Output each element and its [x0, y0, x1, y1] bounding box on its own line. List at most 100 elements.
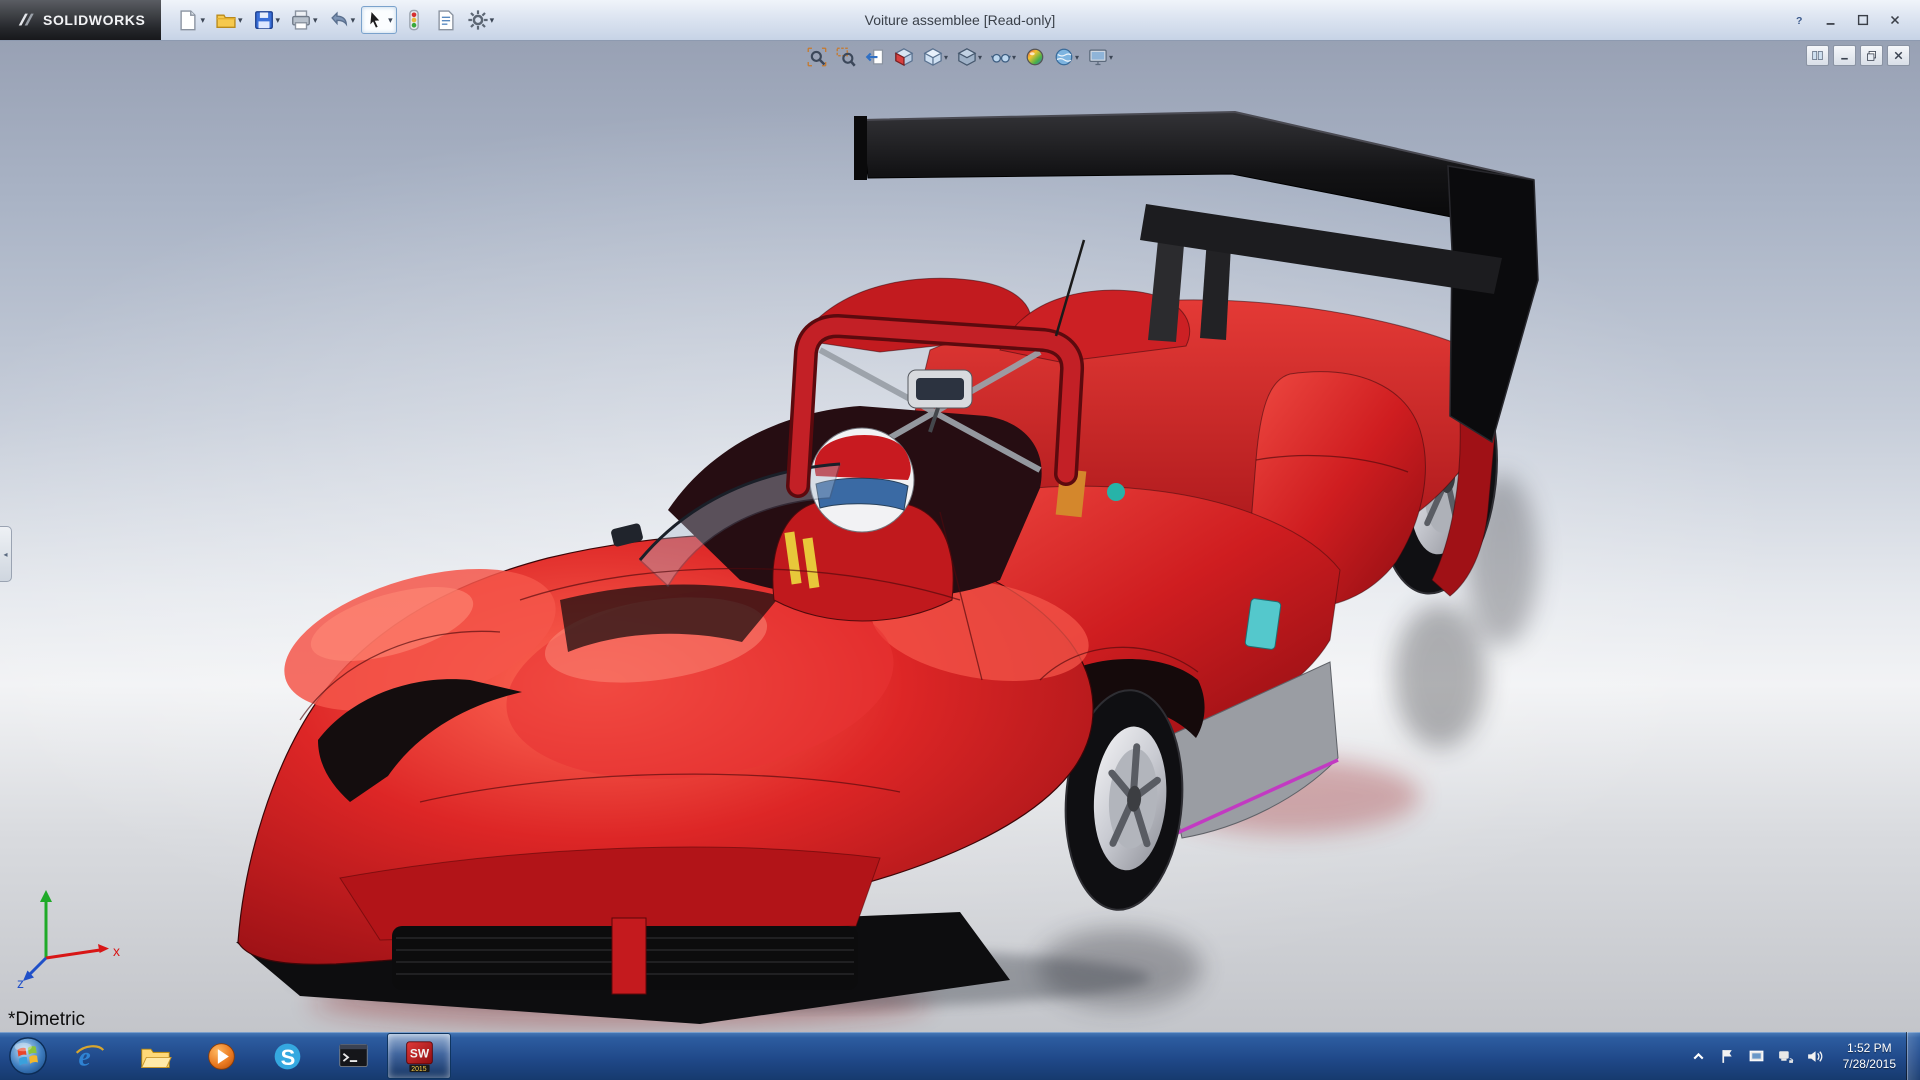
tray-clock[interactable]: 1:52 PM 7/28/2015: [1833, 1040, 1906, 1072]
solidworks-2015-icon: SW 2015: [403, 1040, 436, 1073]
view-settings-button[interactable]: ▾: [1086, 45, 1115, 69]
save-button[interactable]: ▾: [249, 6, 285, 34]
titlebar: SOLIDWORKS ▾ ▾ ▾ ▾ ▾ ▾ ▾ Voiture assemblee [Re…: [0, 0, 1920, 41]
new-document-button[interactable]: ▾: [173, 6, 209, 34]
front-bodywork[interactable]: [236, 534, 1097, 1024]
dropdown-caret-icon[interactable]: ▾: [1012, 53, 1016, 62]
save-icon: [253, 9, 275, 31]
doc-panels-button[interactable]: [1806, 45, 1829, 66]
previous-view-icon: [865, 47, 885, 67]
svg-text:S: S: [280, 1044, 295, 1069]
display-style-button[interactable]: ▾: [955, 45, 984, 69]
dropdown-caret-icon[interactable]: ▾: [944, 53, 948, 62]
new-document-icon: [177, 9, 199, 31]
open-button[interactable]: ▾: [211, 6, 247, 34]
network-button[interactable]: [1776, 1046, 1796, 1066]
dropdown-caret-icon[interactable]: ▾: [490, 16, 495, 25]
doc-close-icon: [1892, 49, 1905, 62]
volume-button[interactable]: [1805, 1046, 1825, 1066]
section-view-button[interactable]: [892, 45, 916, 69]
maximize-icon: [1856, 13, 1870, 27]
view-orientation-button[interactable]: ▾: [921, 45, 950, 69]
dropdown-caret-icon[interactable]: ▾: [1109, 53, 1113, 62]
system-tray: 1:52 PM 7/28/2015: [1681, 1032, 1920, 1080]
print-button[interactable]: ▾: [286, 6, 322, 34]
options-button[interactable]: ▾: [463, 6, 499, 34]
doc-close-button[interactable]: [1887, 45, 1910, 66]
remote-window-button[interactable]: [1747, 1046, 1767, 1066]
dropdown-caret-icon[interactable]: ▾: [978, 53, 982, 62]
solidworks-logo: SOLIDWORKS: [0, 0, 161, 40]
apply-scene-button[interactable]: ▾: [1052, 45, 1081, 69]
zoom-to-fit-button[interactable]: [805, 45, 829, 69]
svg-text:2015: 2015: [411, 1066, 426, 1073]
rebuild-button[interactable]: [399, 6, 429, 34]
select-icon: [365, 9, 387, 31]
taskbar-apps: e S SW 2015: [56, 1032, 452, 1080]
zoom-to-area-button[interactable]: [834, 45, 858, 69]
help-icon: ?: [1792, 13, 1806, 27]
minimize-icon: [1824, 13, 1838, 27]
edit-appearance-button[interactable]: [1023, 45, 1047, 69]
svg-text:SW: SW: [409, 1046, 429, 1060]
dropdown-caret-icon[interactable]: ▾: [238, 16, 243, 25]
help-button[interactable]: ?: [1786, 10, 1812, 30]
skype-icon: S: [271, 1040, 304, 1073]
apply-scene-icon: [1054, 47, 1074, 67]
dropdown-caret-icon[interactable]: ▾: [388, 16, 393, 25]
internet-explorer-button[interactable]: e: [57, 1033, 121, 1079]
volume-icon: [1806, 1048, 1823, 1065]
document-window-controls: [1806, 45, 1910, 66]
start-button[interactable]: [0, 1032, 56, 1080]
headsup-toolbar: ▾ ▾ ▾ ▾ ▾: [805, 45, 1115, 69]
doc-restore-button[interactable]: [1860, 45, 1883, 66]
section-view-icon: [894, 47, 914, 67]
media-player-icon: [205, 1040, 238, 1073]
doc-minimize-button[interactable]: [1833, 45, 1856, 66]
car-model[interactable]: [0, 40, 1920, 1032]
windows-explorer-button[interactable]: [123, 1033, 187, 1079]
minimize-button[interactable]: [1818, 10, 1844, 30]
action-center-icon: [1719, 1048, 1736, 1065]
svg-text:e: e: [78, 1040, 90, 1071]
file-properties-button[interactable]: [431, 6, 461, 34]
dropdown-caret-icon[interactable]: ▾: [351, 16, 356, 25]
previous-view-button[interactable]: [863, 45, 887, 69]
svg-text:?: ?: [1796, 15, 1802, 27]
hide-show-items-button[interactable]: ▾: [989, 45, 1018, 69]
file-properties-icon: [435, 9, 457, 31]
graphics-viewport[interactable]: ▾ ▾ ▾ ▾ ▾ ◂: [0, 40, 1920, 1032]
print-icon: [290, 9, 312, 31]
select-button[interactable]: ▾: [361, 6, 397, 34]
dropdown-caret-icon[interactable]: ▾: [1075, 53, 1079, 62]
network-icon: [1777, 1048, 1794, 1065]
dropdown-caret-icon[interactable]: ▾: [200, 16, 205, 25]
dropdown-caret-icon[interactable]: ▾: [276, 16, 281, 25]
solidworks-2015-button[interactable]: SW 2015: [387, 1033, 451, 1079]
undo-icon: [328, 9, 350, 31]
undo-button[interactable]: ▾: [324, 6, 360, 34]
media-player-button[interactable]: [189, 1033, 253, 1079]
y-axis-arrow: [40, 890, 52, 902]
doc-minimize-icon: [1838, 49, 1851, 62]
window-title: Voiture assemblee [Read-only]: [865, 12, 1056, 28]
internet-explorer-icon: e: [73, 1040, 106, 1073]
display-style-icon: [957, 47, 977, 67]
tray-icons: [1681, 1046, 1833, 1066]
maximize-button[interactable]: [1850, 10, 1876, 30]
solidworks-window: SOLIDWORKS ▾ ▾ ▾ ▾ ▾ ▾ ▾ Voiture assemblee [Re…: [0, 0, 1920, 1080]
task-pane-collapse-tab[interactable]: ◂: [0, 526, 12, 582]
doc-panels-icon: [1811, 49, 1824, 62]
view-settings-icon: [1088, 47, 1108, 67]
x-axis-arrow: [98, 944, 109, 953]
solidworks-brand-label: SOLIDWORKS: [43, 12, 145, 28]
window-controls: ?: [1786, 10, 1920, 30]
command-prompt-button[interactable]: [321, 1033, 385, 1079]
hidden-icons-button[interactable]: [1689, 1046, 1709, 1066]
close-button[interactable]: [1882, 10, 1908, 30]
show-desktop-button[interactable]: [1906, 1032, 1920, 1080]
dropdown-caret-icon[interactable]: ▾: [313, 16, 318, 25]
rebuild-icon: [403, 9, 425, 31]
action-center-button[interactable]: [1718, 1046, 1738, 1066]
skype-button[interactable]: S: [255, 1033, 319, 1079]
